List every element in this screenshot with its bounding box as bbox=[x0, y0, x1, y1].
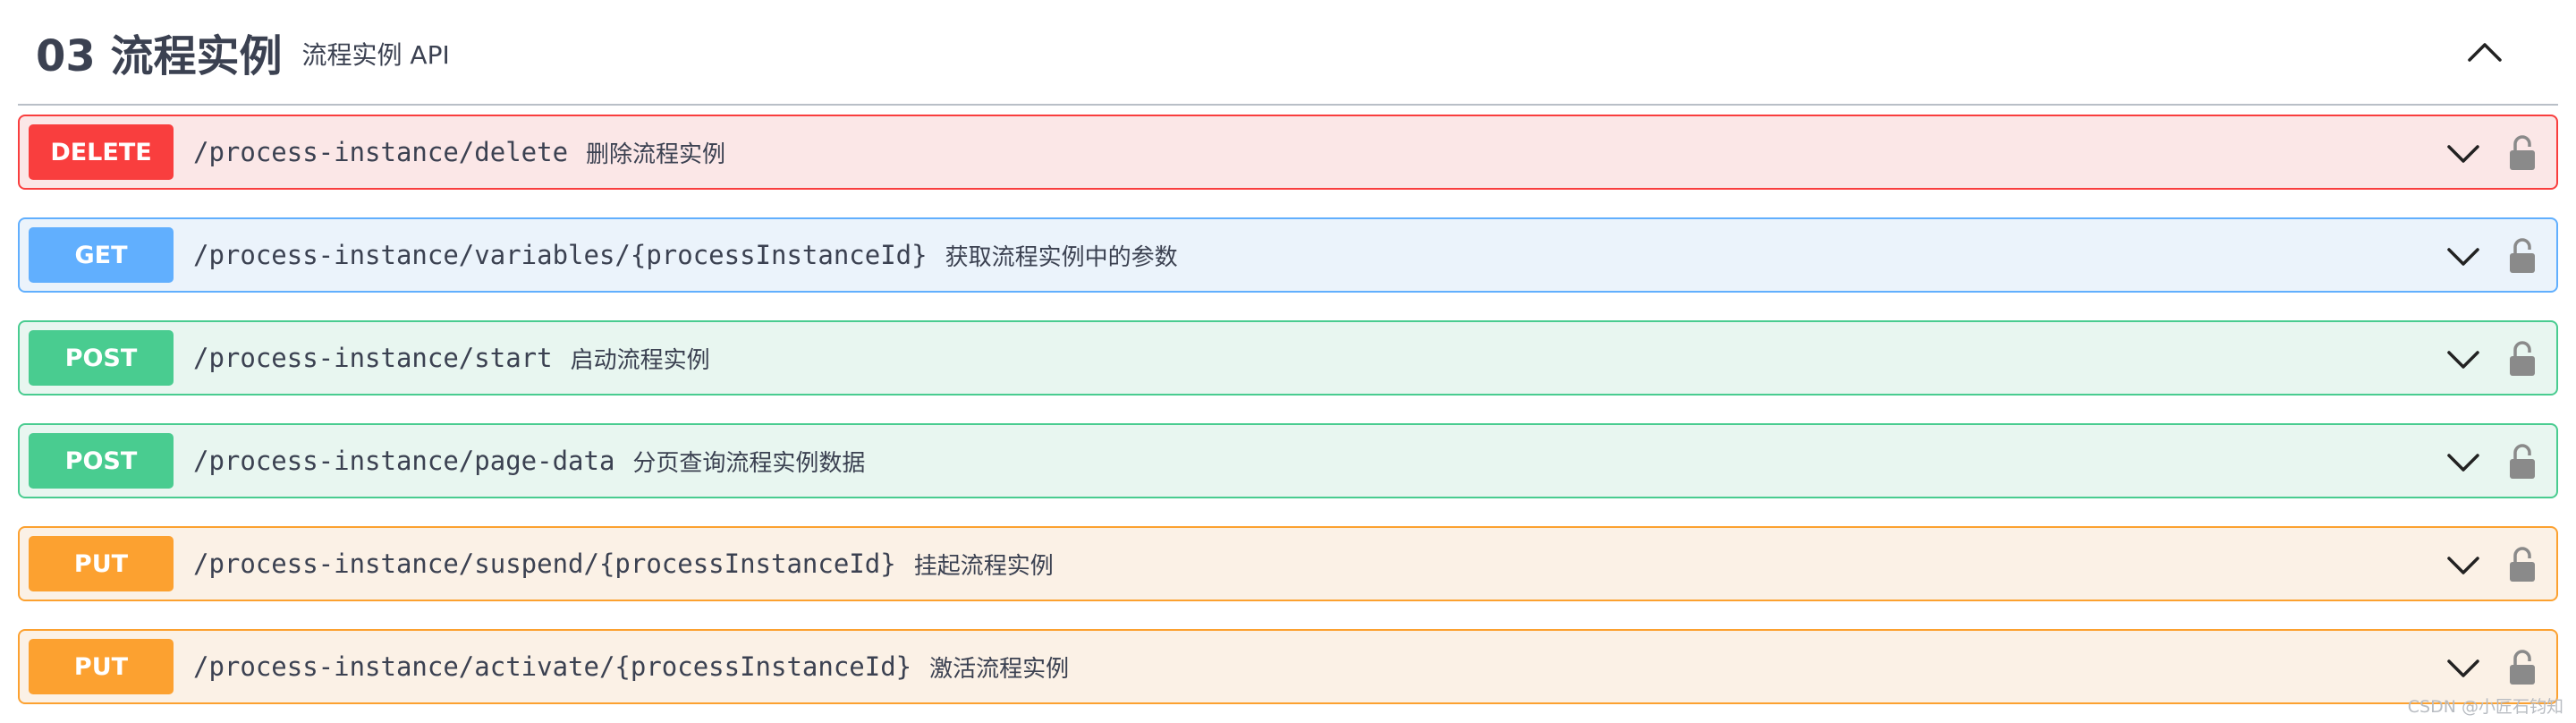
chevron-down-icon bbox=[2447, 145, 2479, 163]
operation-summary: 挂起流程实例 bbox=[913, 552, 1054, 580]
section-collapse-button[interactable] bbox=[2462, 29, 2508, 75]
chevron-down-icon bbox=[2447, 557, 2479, 574]
chevron-down-icon bbox=[2447, 248, 2479, 266]
section-description: 流程实例 API bbox=[301, 40, 450, 70]
expand-button[interactable] bbox=[2444, 340, 2483, 379]
operation-summary: 分页查询流程实例数据 bbox=[632, 449, 866, 477]
operation-path[interactable]: /process-instance/activate/{processInsta… bbox=[193, 651, 911, 682]
lock-icon bbox=[2510, 135, 2535, 170]
expand-button[interactable] bbox=[2444, 237, 2483, 276]
lock-icon bbox=[2510, 650, 2535, 685]
method-badge: PUT bbox=[29, 639, 174, 694]
expand-button[interactable] bbox=[2444, 443, 2483, 482]
method-badge: DELETE bbox=[29, 124, 174, 180]
expand-button[interactable] bbox=[2444, 649, 2483, 688]
operation-path[interactable]: /process-instance/start bbox=[193, 343, 553, 373]
watermark: CSDN @小匠石钧知 bbox=[2407, 697, 2563, 717]
authorize-button[interactable] bbox=[2504, 439, 2540, 484]
operation-put-process-instance-suspend[interactable]: PUT /process-instance/suspend/{processIn… bbox=[18, 526, 2558, 601]
method-badge: PUT bbox=[29, 536, 174, 591]
operation-post-process-instance-page-data[interactable]: POST /process-instance/page-data 分页查询流程实… bbox=[18, 423, 2558, 498]
operation-summary: 激活流程实例 bbox=[929, 655, 1070, 683]
lock-icon bbox=[2510, 238, 2535, 273]
method-badge: GET bbox=[29, 227, 174, 283]
lock-icon bbox=[2510, 444, 2535, 479]
method-badge: POST bbox=[29, 433, 174, 489]
lock-icon bbox=[2510, 547, 2535, 582]
authorize-button[interactable] bbox=[2504, 336, 2540, 381]
method-badge: POST bbox=[29, 330, 174, 386]
authorize-button[interactable] bbox=[2504, 131, 2540, 175]
authorize-button[interactable] bbox=[2504, 542, 2540, 587]
operation-summary: 启动流程实例 bbox=[570, 346, 710, 374]
operation-path[interactable]: /process-instance/suspend/{processInstan… bbox=[193, 549, 896, 579]
operation-delete-process-instance[interactable]: DELETE /process-instance/delete 删除流程实例 bbox=[18, 115, 2558, 190]
expand-button[interactable] bbox=[2444, 134, 2483, 174]
operation-get-process-instance-variables[interactable]: GET /process-instance/variables/{process… bbox=[18, 217, 2558, 293]
expand-button[interactable] bbox=[2444, 546, 2483, 585]
lock-icon bbox=[2510, 341, 2535, 376]
operation-path[interactable]: /process-instance/page-data bbox=[193, 446, 614, 476]
operation-summary: 获取流程实例中的参数 bbox=[945, 243, 1178, 271]
section-title: 03 流程实例 bbox=[36, 31, 283, 81]
operation-put-process-instance-activate[interactable]: PUT /process-instance/activate/{processI… bbox=[18, 629, 2558, 704]
operation-path[interactable]: /process-instance/delete bbox=[193, 137, 568, 167]
chevron-down-icon bbox=[2447, 454, 2479, 472]
section-header[interactable]: 03 流程实例 流程实例 API bbox=[18, 0, 2558, 106]
authorize-button[interactable] bbox=[2504, 645, 2540, 690]
authorize-button[interactable] bbox=[2504, 234, 2540, 278]
chevron-up-icon bbox=[2468, 43, 2502, 62]
chevron-down-icon bbox=[2447, 659, 2479, 677]
operation-summary: 删除流程实例 bbox=[586, 140, 726, 168]
chevron-down-icon bbox=[2447, 351, 2479, 369]
operation-post-process-instance-start[interactable]: POST /process-instance/start 启动流程实例 bbox=[18, 320, 2558, 396]
operation-path[interactable]: /process-instance/variables/{processInst… bbox=[193, 240, 928, 270]
